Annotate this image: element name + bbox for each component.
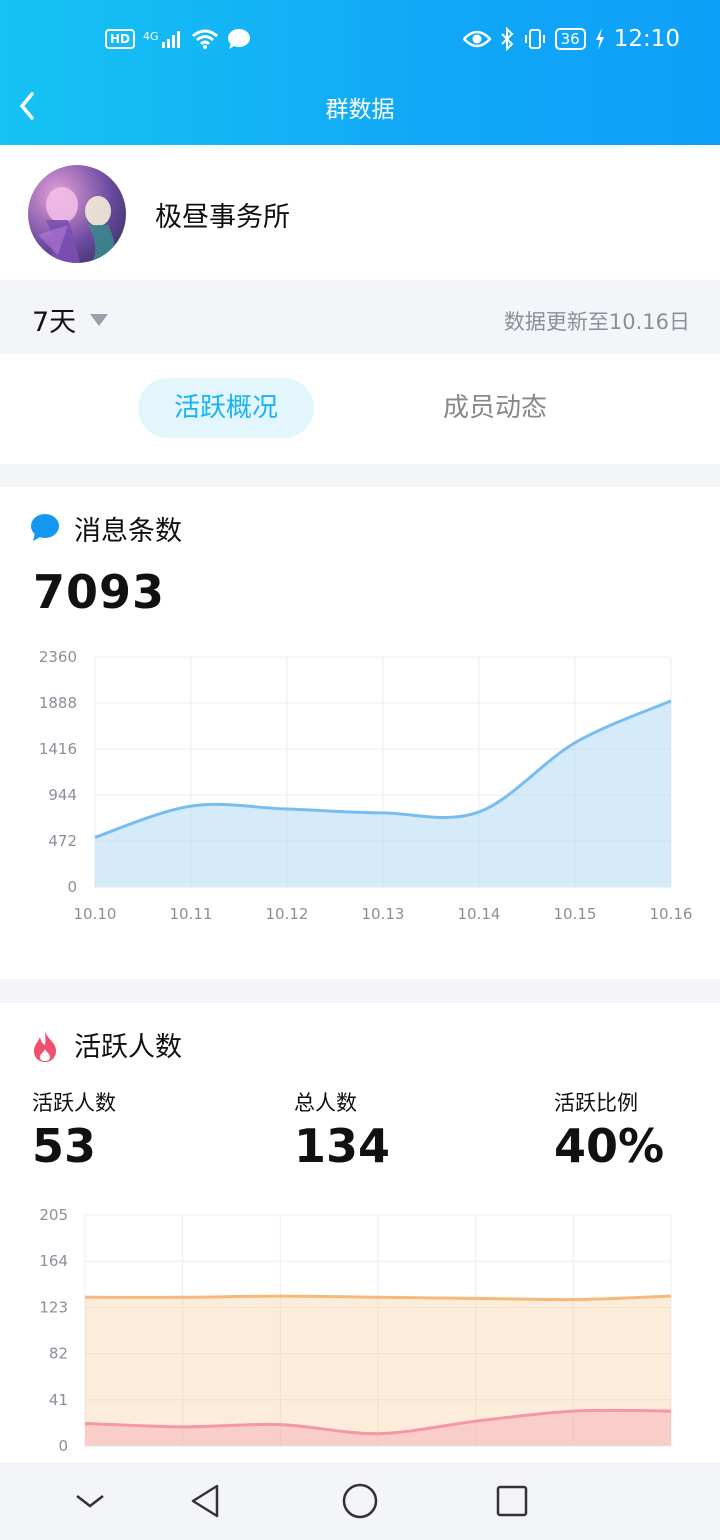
battery-icon: 36 xyxy=(554,28,586,50)
clock: 12:10 xyxy=(613,26,680,52)
avatar[interactable] xyxy=(28,165,126,263)
signal-bars-icon xyxy=(161,31,180,48)
x-tick-label: 10.13 xyxy=(362,905,405,923)
app-header: HD 4G 36 12:10 群数据 xyxy=(0,0,720,145)
recents-square-icon[interactable] xyxy=(491,1480,533,1522)
y-tick-label: 41 xyxy=(49,1391,68,1409)
tab-activity-overview[interactable]: 活跃概况 xyxy=(138,378,314,438)
active-members-card: 活跃人数 活跃人数 53 总人数 134 活跃比例 40% 0 41 82 123 16… xyxy=(0,1003,720,1463)
y-tick-label: 472 xyxy=(48,832,77,850)
x-tick-label: 10.12 xyxy=(266,905,309,923)
tab-bar: 活跃概况 成员动态 xyxy=(0,354,720,464)
home-circle-icon[interactable] xyxy=(339,1480,381,1522)
y-tick-label: 2360 xyxy=(39,648,77,666)
y-tick-label: 205 xyxy=(39,1206,68,1224)
y-tick-label: 0 xyxy=(67,878,77,896)
group-info: 极昼事务所 xyxy=(0,145,720,280)
page-title: 群数据 xyxy=(325,97,395,123)
update-date: 数据更新至10.16日 xyxy=(503,310,690,334)
bluetooth-icon xyxy=(500,27,514,51)
dropdown-triangle-icon xyxy=(90,313,109,326)
wifi-icon xyxy=(191,29,218,49)
4g-signal-icon: 4G xyxy=(143,30,183,48)
y-tick-label: 944 xyxy=(48,786,77,804)
charging-icon xyxy=(595,28,604,50)
filter-row: 7天 数据更新至10.16日 xyxy=(0,280,720,354)
active-members-chart: 0 41 82 123 164 205 xyxy=(39,1206,672,1455)
hd-icon: HD xyxy=(105,29,136,49)
x-tick-label: 10.10 xyxy=(74,905,117,923)
y-tick-label: 123 xyxy=(39,1298,68,1316)
range-selector[interactable]: 7天 xyxy=(32,300,109,339)
group-name: 极昼事务所 xyxy=(155,202,290,233)
system-nav-bar xyxy=(0,1462,720,1540)
status-left-icons: HD 4G xyxy=(105,28,251,50)
y-tick-label: 1416 xyxy=(39,740,77,758)
status-right-icons: 36 12:10 xyxy=(462,26,680,52)
range-label: 7天 xyxy=(32,307,77,338)
vibrate-icon xyxy=(524,29,545,49)
x-tick-label: 10.11 xyxy=(170,905,213,923)
y-tick-label: 164 xyxy=(39,1252,68,1270)
x-tick-label: 10.16 xyxy=(650,905,693,923)
messages-card: 消息条数 7093 0 472 944 1416 1888 2360 10.10 10.11 1… xyxy=(0,487,720,979)
x-tick-label: 10.14 xyxy=(458,905,501,923)
messages-chart: 0 472 944 1416 1888 2360 10.10 10.11 10.12 10.13 1… xyxy=(39,648,693,923)
status-bar: HD 4G 36 12:10 xyxy=(0,18,720,66)
y-tick-label: 1888 xyxy=(39,694,77,712)
tab-member-dynamics[interactable]: 成员动态 xyxy=(410,378,580,438)
y-tick-label: 82 xyxy=(49,1345,68,1363)
network-type-label: 4G xyxy=(143,30,159,43)
back-triangle-icon[interactable] xyxy=(185,1480,227,1522)
avatar-image xyxy=(38,187,118,263)
collapse-icon[interactable] xyxy=(69,1480,111,1522)
y-tick-label: 0 xyxy=(58,1437,68,1455)
eye-icon xyxy=(462,30,491,48)
chat-bubble-icon xyxy=(227,29,250,49)
x-tick-label: 10.15 xyxy=(554,905,597,923)
